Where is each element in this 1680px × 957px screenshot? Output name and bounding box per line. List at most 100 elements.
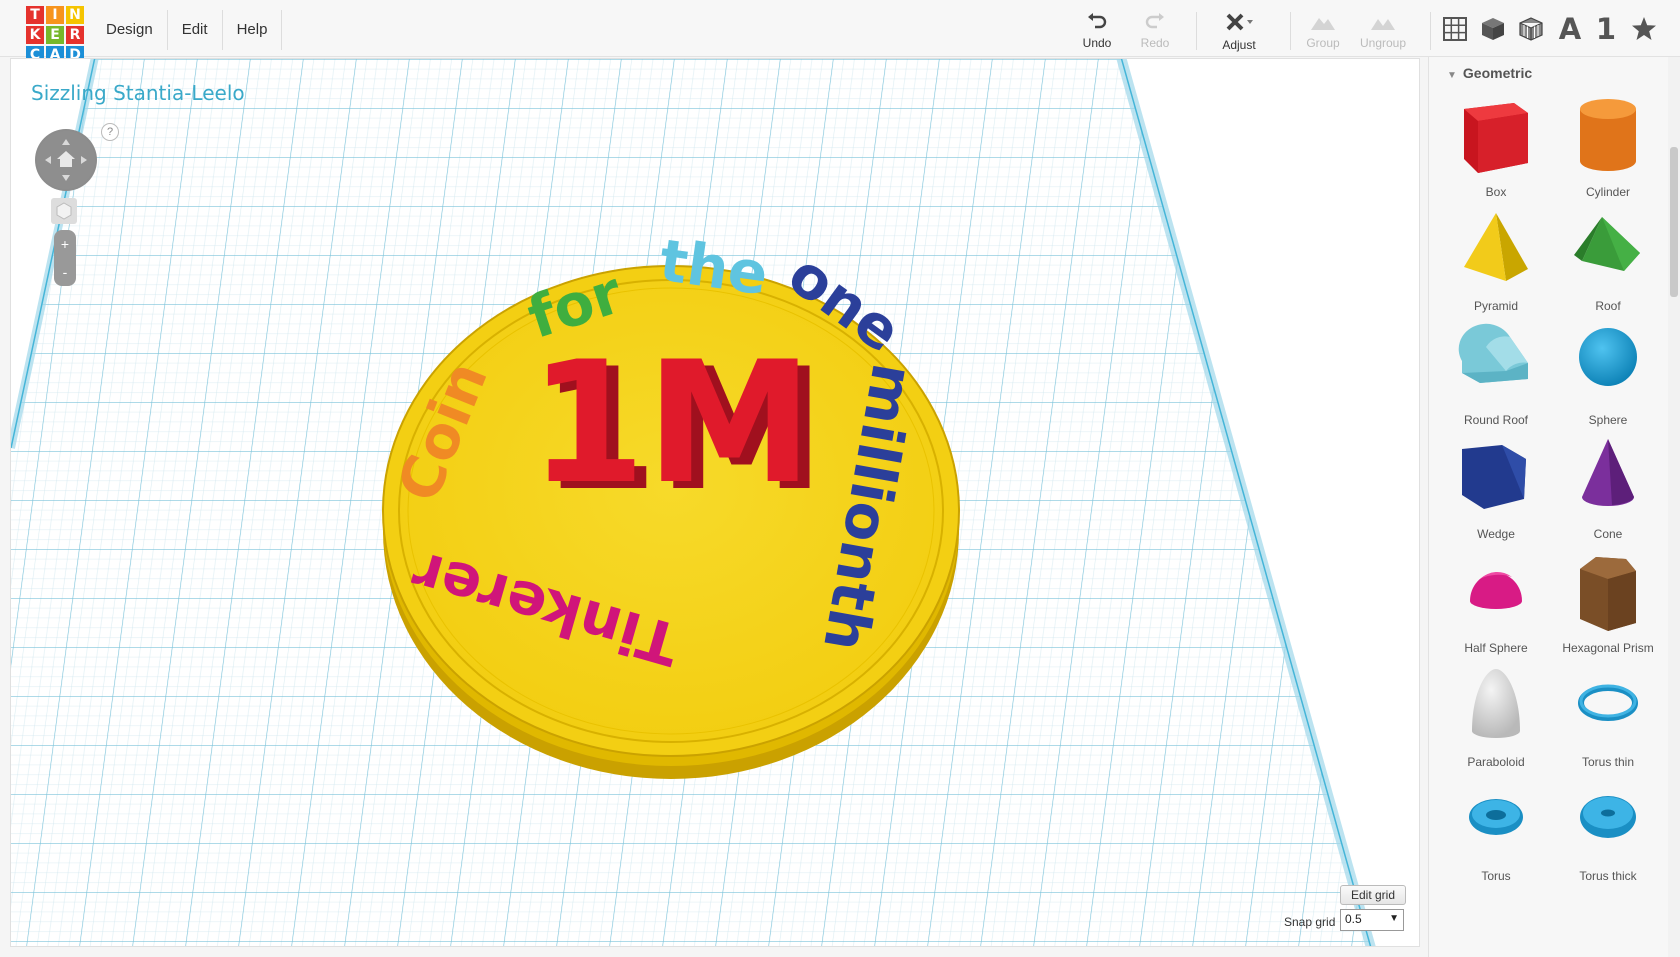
view-navigation-control[interactable] (35, 129, 97, 191)
logo-letter: T (26, 6, 44, 24)
wedge-icon (1462, 445, 1526, 509)
group-icon (1311, 18, 1335, 30)
roof-icon (1574, 217, 1640, 271)
shape-label: Box (1485, 185, 1507, 199)
shape-sphere[interactable]: Sphere (1553, 321, 1663, 431)
shape-torus[interactable]: Torus (1441, 777, 1551, 887)
panel-scrollbar[interactable] (1668, 57, 1680, 957)
redo-label: Redo (1140, 36, 1170, 50)
half-sphere-icon (1470, 572, 1522, 609)
shape-label: Round Roof (1463, 413, 1529, 427)
workplane-viewport[interactable]: 1M 1M Coin for the one millionth Tinkere… (10, 58, 1420, 947)
torus-thick-icon (1580, 796, 1636, 838)
logo-letter: E (46, 26, 64, 44)
undo-label: Undo (1082, 36, 1112, 50)
torus-thin-icon (1578, 684, 1638, 721)
shape-label: Hexagonal Prism (1562, 641, 1654, 655)
shape-cylinder[interactable]: Cylinder (1553, 93, 1663, 203)
logo-letter: K (26, 26, 44, 44)
toolbar-divider (1430, 12, 1431, 50)
shape-half-sphere[interactable]: Half Sphere (1441, 549, 1551, 659)
coin-center-text: 1M (529, 325, 813, 521)
number-icon[interactable]: 1 (1590, 12, 1622, 46)
tinkercad-logo[interactable]: T I N K E R C A D (26, 6, 86, 66)
shape-label: Paraboloid (1467, 755, 1525, 769)
shape-wedge[interactable]: Wedge (1441, 435, 1551, 545)
hexagonal-prism-icon (1580, 557, 1636, 631)
coin-text-layer: 1M 1M Coin for the one millionth Tinkere… (384, 226, 927, 679)
adjust-button[interactable]: Adjust (1208, 12, 1270, 52)
menu-design[interactable]: Design (92, 10, 168, 50)
shape-pyramid[interactable]: Pyramid (1441, 207, 1551, 317)
shape-torus-thin[interactable]: Torus thin (1553, 663, 1663, 773)
logo-letter: I (46, 6, 64, 24)
ungroup-icon (1371, 19, 1395, 30)
ungroup-button[interactable]: Ungroup (1352, 12, 1414, 50)
snap-grid-label: Snap grid (1284, 915, 1336, 929)
edit-grid-button[interactable]: Edit grid (1340, 885, 1407, 905)
paraboloid-icon (1472, 669, 1520, 738)
shape-label: Wedge (1477, 527, 1515, 541)
dropdown-arrow-icon: ▼ (1389, 913, 1399, 924)
shape-label: Torus thin (1581, 755, 1635, 769)
group-button[interactable]: Group (1292, 12, 1354, 50)
shape-label: Cone (1593, 527, 1623, 541)
project-title[interactable]: Sizzling Stantia-Leelo (31, 81, 245, 105)
grid-icon[interactable] (1439, 14, 1471, 44)
snap-grid-select[interactable]: 0.5 ▼ (1340, 909, 1404, 931)
star-icon[interactable] (1628, 14, 1660, 44)
snap-grid-value: 0.5 (1345, 912, 1362, 926)
ungroup-label: Ungroup (1359, 36, 1407, 50)
cylinder-icon (1580, 99, 1636, 171)
shape-paraboloid[interactable]: Paraboloid (1441, 663, 1551, 773)
zoom-in-button[interactable]: + (54, 230, 76, 258)
shape-label: Half Sphere (1464, 641, 1528, 655)
collapse-triangle-icon: ▼ (1447, 70, 1457, 81)
menu-edit[interactable]: Edit (168, 10, 223, 50)
redo-button[interactable]: Redo (1124, 12, 1186, 50)
shape-round-roof[interactable]: Round Roof (1441, 321, 1551, 431)
shape-label: Sphere (1588, 413, 1628, 427)
cone-icon (1582, 439, 1634, 506)
logo-letter: R (66, 26, 84, 44)
menu-help[interactable]: Help (223, 10, 283, 50)
shape-box[interactable]: Box (1441, 93, 1551, 203)
toolbar-divider (1196, 12, 1197, 50)
main-menu: Design Edit Help (92, 10, 283, 50)
help-icon[interactable]: ? (101, 123, 119, 141)
torus-icon (1469, 799, 1523, 835)
toolbar-divider (1290, 12, 1291, 50)
shape-hexagonal-prism[interactable]: Hexagonal Prism (1553, 549, 1663, 659)
cube-icon[interactable] (1477, 14, 1509, 44)
shapes-panel: ▼ Geometric Box Cylinder Pyramid Roof Ro… (1428, 57, 1680, 957)
adjust-label: Adjust (1222, 38, 1256, 52)
sphere-icon (1579, 328, 1637, 386)
shape-label: Pyramid (1473, 299, 1518, 313)
section-title: Geometric (1462, 65, 1533, 81)
shape-torus-thick[interactable]: Torus thick (1553, 777, 1663, 887)
undo-icon (1088, 13, 1107, 29)
coin-word-coin: Coin (384, 352, 501, 511)
shape-label: Roof (1595, 299, 1621, 313)
geometric-section-header[interactable]: ▼ Geometric (1447, 65, 1532, 81)
wireframe-cube-icon[interactable] (1515, 14, 1547, 44)
scrollbar-thumb[interactable] (1670, 147, 1678, 297)
shape-cone[interactable]: Cone (1553, 435, 1663, 545)
zoom-out-button[interactable]: - (54, 258, 76, 286)
logo-letter: N (66, 6, 84, 24)
box-icon (1464, 103, 1528, 173)
shape-label: Torus thick (1579, 869, 1637, 883)
shape-label: Cylinder (1585, 185, 1630, 199)
coin-word-the: the (655, 226, 772, 308)
home-view-button[interactable] (51, 198, 77, 224)
pyramid-icon (1464, 213, 1528, 281)
round-roof-icon (1458, 323, 1528, 383)
group-label: Group (1306, 36, 1340, 50)
shape-roof[interactable]: Roof (1553, 207, 1663, 317)
coin-word-tinkerer: Tinkerer (404, 538, 686, 679)
adjust-icon (1226, 13, 1253, 31)
undo-button[interactable]: Undo (1066, 12, 1128, 50)
top-bar: T I N K E R C A D Design Edit Help Undo … (0, 0, 1680, 64)
home-cube-icon (56, 202, 72, 220)
text-icon[interactable]: A (1554, 12, 1586, 46)
